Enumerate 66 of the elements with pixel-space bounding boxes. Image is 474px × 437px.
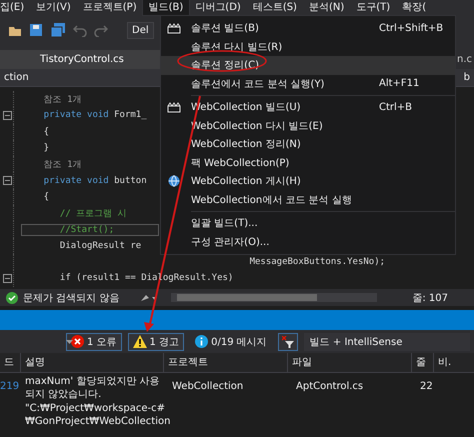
menu-item[interactable]: WebCollection 정리(N) xyxy=(161,135,455,154)
code-line: // 프로그램 시 xyxy=(58,208,128,220)
table-cell: "C:₩Project₩workspace-c# xyxy=(25,402,165,415)
column-header[interactable]: 비. xyxy=(434,352,454,372)
filter-toggle[interactable]: 0/19 메시지 xyxy=(190,332,272,350)
check-icon xyxy=(6,292,18,304)
code-line: 참조 1개 xyxy=(42,94,83,106)
collapse-icon[interactable] xyxy=(3,274,12,283)
menu-bar-item[interactable]: 확장( xyxy=(396,0,432,15)
build-scope-dropdown[interactable]: 빌드 + IntelliSense xyxy=(304,332,470,350)
menu-bar-item[interactable]: 빌드(B) xyxy=(142,0,190,15)
horizontal-scrollbar[interactable] xyxy=(171,293,378,302)
menu-item[interactable]: WebCollection에서 코드 분석 실행 xyxy=(161,190,455,209)
collapse-icon[interactable] xyxy=(3,176,12,186)
file-tab[interactable]: n.c xyxy=(454,50,474,69)
filter-toggle[interactable]: 1 경고 xyxy=(128,332,184,350)
menu-item[interactable]: 일괄 빌드(T)... xyxy=(161,214,455,232)
table-cell-text: AptControl.cs xyxy=(295,380,364,392)
menu-bar-item[interactable]: 도구(T) xyxy=(350,0,396,15)
menu-item[interactable]: WebCollection 게시(H) xyxy=(161,172,455,190)
column-header[interactable]: 줄 xyxy=(412,352,434,372)
error-code-link[interactable]: 219 xyxy=(0,375,21,392)
code-line: private void Form1_ xyxy=(42,110,148,120)
menu-bar-item[interactable]: 디버그(D) xyxy=(189,0,247,15)
clear-filter-button[interactable] xyxy=(278,332,298,350)
navigation-dropdown[interactable]: b xyxy=(460,72,474,83)
code-line: { xyxy=(42,126,50,137)
build-icon xyxy=(167,101,181,114)
table-cell-text: 22 xyxy=(419,380,434,392)
table-cell: ₩GonProject₩WebCollection xyxy=(25,415,170,428)
code-line: { xyxy=(42,192,50,202)
menu-item[interactable]: 구성 관리자(O)... xyxy=(161,232,455,251)
code-line: private void button xyxy=(42,176,148,186)
navigation-dropdown[interactable]: ction xyxy=(0,72,33,83)
collapse-icon[interactable] xyxy=(3,110,12,120)
line-number-indicator: 줄: 107 xyxy=(412,292,448,304)
table-cell-text: maxNum' 할당되었지만 사용 되지 않았습니다. xyxy=(24,375,160,401)
menu-item[interactable]: 솔루션 정리(C) xyxy=(161,56,455,74)
save-icon[interactable] xyxy=(29,23,43,37)
column-header[interactable]: 파일 xyxy=(288,352,412,372)
menu-item[interactable]: 팩 WebCollection(P) xyxy=(161,154,455,172)
code-line: } xyxy=(42,143,50,154)
filter-clear-icon xyxy=(282,336,294,348)
filter-toggle[interactable]: 1 오류 xyxy=(66,332,122,350)
menu-bar-item[interactable]: 테스트(S) xyxy=(246,0,303,15)
menu-item[interactable]: 솔루션에서 코드 분석 실행(Y) Alt+F11 xyxy=(161,74,455,93)
menu-bar-item[interactable]: 집(E) xyxy=(0,0,30,15)
globe-icon xyxy=(168,175,180,188)
menu-bar-item[interactable]: 분석(N) xyxy=(302,0,350,15)
code-line: MessageBoxButtons.YesNo); xyxy=(248,257,386,268)
menu-bar-item[interactable]: 보기(V) xyxy=(30,0,77,15)
info-icon xyxy=(195,335,208,348)
code-line: 참조 1개 xyxy=(42,158,83,171)
column-header[interactable]: 프로젝트 xyxy=(164,352,288,372)
column-header[interactable]: 설명 xyxy=(21,352,164,372)
save-all-icon[interactable] xyxy=(50,23,66,37)
table-cell-text: WebCollection xyxy=(171,380,244,392)
code-line: DialogResult re xyxy=(58,240,142,251)
menu-bar-item[interactable]: 프로젝트(P) xyxy=(76,0,143,15)
configuration-dropdown[interactable]: Del xyxy=(127,22,154,38)
status-message: 문제가 검색되지 않음 xyxy=(23,292,120,304)
menu-item[interactable]: 솔루션 빌드(B) Ctrl+Shift+B xyxy=(161,19,455,38)
warning-icon xyxy=(132,335,147,348)
error-icon xyxy=(71,335,84,348)
build-icon xyxy=(167,22,181,34)
column-header[interactable]: 드 xyxy=(0,352,21,372)
